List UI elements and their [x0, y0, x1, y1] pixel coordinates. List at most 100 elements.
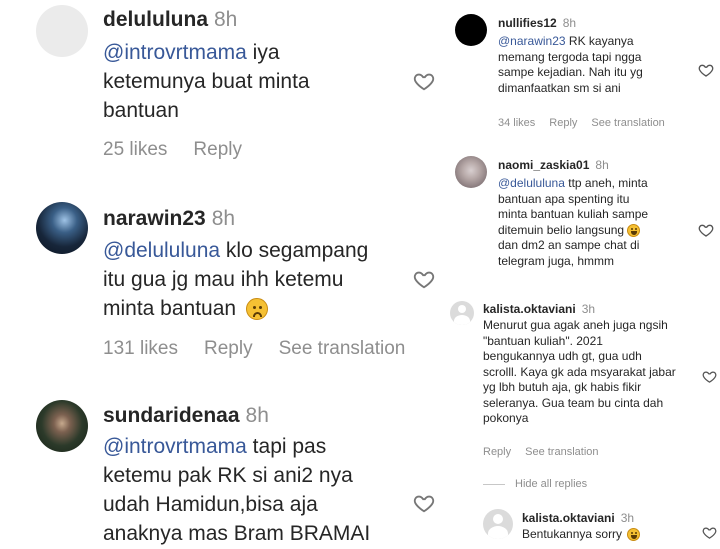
text-line: udah Hamidun,bisa aja — [103, 493, 318, 516]
heart-icon[interactable] — [698, 62, 714, 78]
avatar[interactable] — [455, 14, 487, 46]
comment-text: Menurut gua agak aneh juga ngsih "bantua… — [483, 318, 698, 427]
text-line: dan dm2 an sampe chat di — [498, 238, 640, 252]
text-line: bantuan — [103, 99, 179, 122]
avatar[interactable] — [36, 400, 88, 452]
comment-actions: 131 likes Reply See translation — [103, 338, 431, 360]
text-line: minta bantuan — [103, 297, 237, 320]
text-line: bantuan apa spenting itu — [498, 191, 630, 206]
comment-time: 3h — [581, 302, 596, 316]
username-text[interactable]: nullifies12 — [498, 16, 557, 30]
text-line: ketemu pak RK si ani2 nya — [103, 464, 353, 487]
reply-button[interactable]: Reply — [549, 117, 577, 129]
heart-icon[interactable] — [413, 268, 435, 290]
username-text[interactable]: delululuna — [103, 8, 208, 31]
comment-time: 8h — [214, 8, 238, 31]
left-comment-thread: delululuna 8h @introvrtmama iya ketemunya… — [0, 0, 440, 549]
comment-text: @introvrtmama tapi pas ketemu pak RK si … — [103, 432, 423, 548]
default-avatar-icon[interactable] — [483, 509, 513, 539]
comment-time: 3h — [620, 511, 635, 525]
text-line: Bentukannya sorry — [522, 527, 623, 541]
text-line: minta bantuan kuliah sampe — [498, 207, 649, 221]
text-line: telegram juga, hmmm — [498, 253, 615, 268]
comment-time: 8h — [595, 158, 609, 172]
see-translation-link[interactable]: See translation — [279, 338, 406, 360]
see-translation-link[interactable]: See translation — [591, 117, 664, 129]
comment-username[interactable]: narawin23 8h — [103, 207, 235, 231]
comment-actions: 25 likes Reply — [103, 139, 268, 161]
text-line: itu gua jg mau ihh ketemu — [103, 268, 344, 291]
avatar[interactable] — [455, 156, 487, 188]
comment-nullifies12: nullifies12 8h @narawin23 RK kayanya mema… — [440, 0, 720, 140]
text-line: pokonya — [483, 411, 529, 425]
mention-link[interactable]: @introvrtmama — [103, 435, 247, 458]
reply-button[interactable]: Reply — [204, 338, 253, 360]
text-line: Menurut gua agak aneh juga ngsih — [483, 318, 668, 332]
comment-actions: 34 likes Reply See translation — [498, 117, 679, 129]
text-line: anaknya mas Bram BRAMAI — [103, 522, 371, 545]
text-line: seleranya. Gua team bu cinta dah — [483, 395, 664, 410]
hide-replies-button[interactable]: Hide all replies — [515, 478, 601, 490]
reply-kalista-oktaviani: kalista.oktaviani 3h Bentukannya sorry — [440, 505, 720, 549]
text-line: sampe kejadian. Nah itu yg — [498, 65, 643, 79]
username-text[interactable]: kalista.oktaviani — [522, 511, 615, 525]
comment-narawin23: narawin23 8h @delululuna klo segampang it… — [0, 190, 440, 370]
comment-username[interactable]: kalista.oktaviani 3h — [483, 302, 595, 316]
comment-text: @narawin23 RK kayanya memang tergoda tap… — [498, 34, 698, 96]
comment-sundaridenaa: sundaridenaa 8h @introvrtmama tapi pas ke… — [0, 390, 440, 549]
username-text[interactable]: naomi_zaskia01 — [498, 158, 589, 172]
text-line: ketemunya buat minta — [103, 70, 310, 93]
comment-username[interactable]: sundaridenaa 8h — [103, 404, 269, 428]
comment-time: 8h — [245, 404, 269, 427]
text-line: dimanfaatkan sm si ani — [498, 80, 621, 95]
reply-button[interactable]: Reply — [483, 446, 511, 458]
comment-time: 8h — [562, 16, 577, 30]
likes-count[interactable]: 25 likes — [103, 139, 167, 161]
heart-icon[interactable] — [702, 525, 717, 540]
text-line: bengukannya udh gt, gua udh — [483, 349, 642, 363]
comment-text: @delululuna ttp aneh, minta bantuan apa … — [498, 176, 698, 269]
text-line: ttp aneh, minta — [564, 176, 648, 190]
comment-username[interactable]: delululuna 8h — [103, 8, 237, 32]
comment-text: @introvrtmama iya ketemunya buat minta b… — [103, 38, 403, 125]
heart-icon[interactable] — [413, 70, 435, 92]
comment-actions: Reply See translation — [483, 446, 613, 458]
grinning-sweat-emoji-icon — [627, 528, 641, 542]
username-text[interactable]: narawin23 — [103, 207, 206, 230]
username-text[interactable]: kalista.oktaviani — [483, 302, 576, 316]
comment-username[interactable]: kalista.oktaviani 3h — [522, 511, 634, 525]
comment-delululuna: delululuna 8h @introvrtmama iya ketemunya… — [0, 0, 440, 170]
sad-face-emoji-icon — [245, 298, 268, 321]
text-line: tapi pas — [246, 435, 327, 458]
comment-text: @delululuna klo segampang itu gua jg mau… — [103, 236, 423, 323]
likes-count[interactable]: 131 likes — [103, 338, 178, 360]
hide-replies-label[interactable]: Hide all replies — [515, 478, 587, 490]
avatar[interactable] — [36, 5, 88, 57]
comment-kalista-oktaviani: kalista.oktaviani 3h Menurut gua agak ane… — [440, 295, 720, 495]
text-line: yg lbh butuh aja, gk habis fikir — [483, 380, 642, 394]
likes-count[interactable]: 34 likes — [498, 117, 535, 129]
default-avatar-icon[interactable] — [450, 301, 474, 325]
heart-icon[interactable] — [698, 222, 714, 238]
mention-link[interactable]: @narawin23 — [498, 34, 566, 48]
avatar[interactable] — [36, 202, 88, 254]
text-line: "bantuan kuliah". 2021 — [483, 333, 603, 348]
reply-button[interactable]: Reply — [193, 139, 242, 161]
mention-link[interactable]: @delululuna — [103, 239, 220, 262]
comment-username[interactable]: naomi_zaskia01 8h — [498, 158, 609, 172]
text-line: ditemuin belio langsung — [498, 222, 625, 237]
right-comment-thread: nullifies12 8h @narawin23 RK kayanya mema… — [440, 0, 720, 549]
see-translation-link[interactable]: See translation — [525, 446, 598, 458]
replies-divider — [483, 484, 505, 485]
username-text[interactable]: sundaridenaa — [103, 404, 240, 427]
mention-link[interactable]: @delululuna — [498, 176, 565, 190]
heart-icon[interactable] — [702, 369, 717, 384]
comment-username[interactable]: nullifies12 8h — [498, 16, 576, 30]
text-line: klo segampang — [220, 239, 369, 262]
text-line: memang tergoda tapi ngga — [498, 49, 642, 64]
mention-link[interactable]: @introvrtmama — [103, 41, 247, 64]
comment-naomi-zaskia01: naomi_zaskia01 8h @delululuna ttp aneh, m… — [440, 150, 720, 290]
heart-icon[interactable] — [413, 492, 435, 514]
text-line: iya — [246, 41, 280, 64]
grinning-sweat-emoji-icon — [627, 223, 641, 237]
